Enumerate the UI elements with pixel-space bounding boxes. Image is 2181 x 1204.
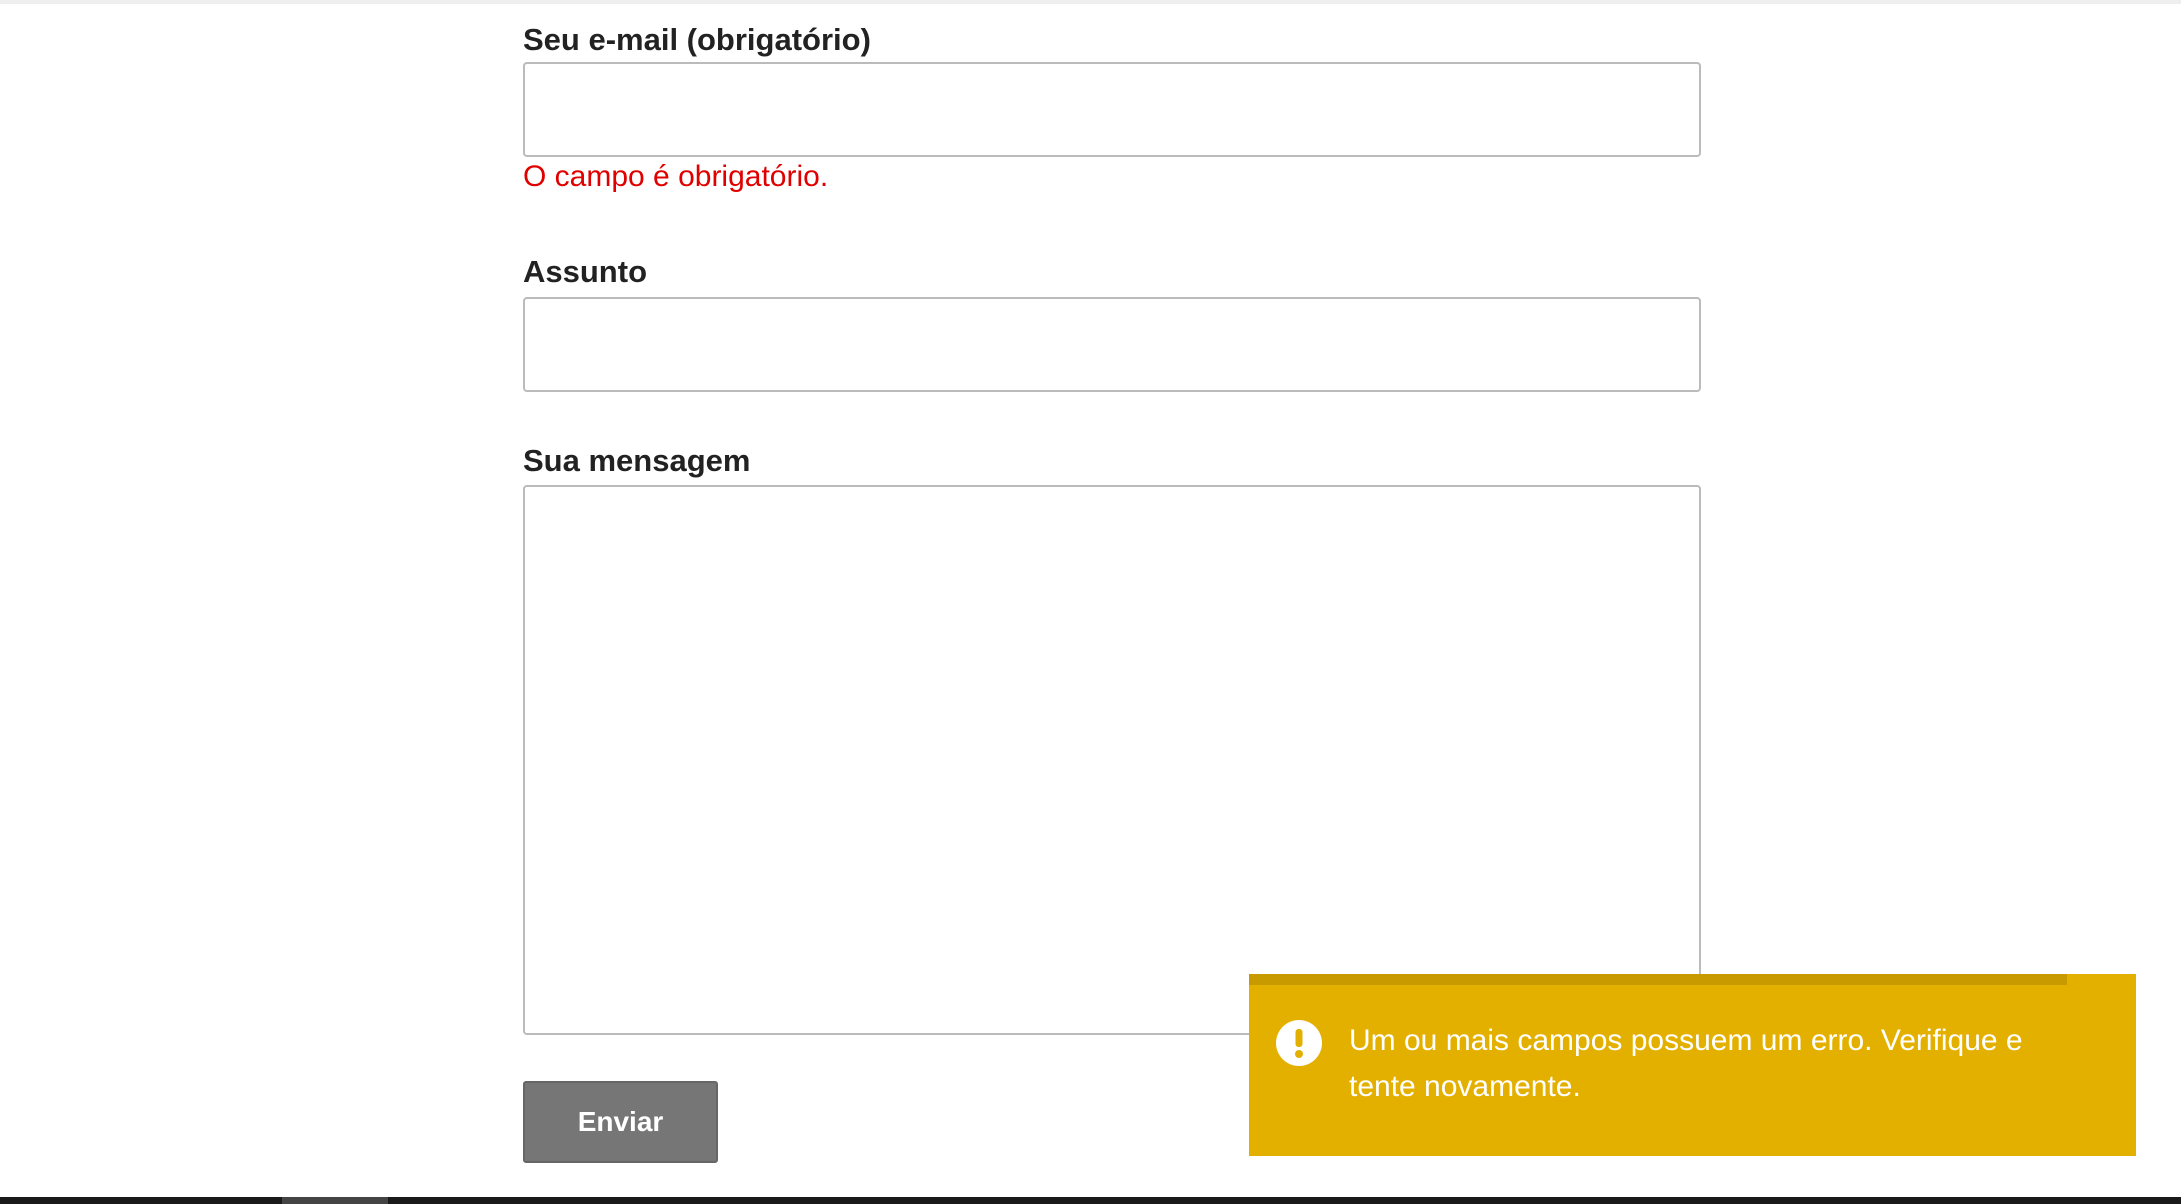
toast-progress-bar [1249, 974, 2067, 985]
toast-message: Um ou mais campos possuem um erro. Verif… [1349, 1024, 2023, 1103]
submit-button[interactable]: Enviar [523, 1081, 718, 1163]
subject-field[interactable] [523, 297, 1701, 392]
top-divider [0, 0, 2181, 4]
message-label: Sua mensagem [523, 443, 751, 478]
validation-error-toast: Um ou mais campos possuem um erro. Verif… [1249, 974, 2136, 1156]
exclamation-circle-icon [1276, 1020, 1322, 1066]
email-error-message: O campo é obrigatório. [523, 160, 829, 193]
email-field[interactable] [523, 62, 1701, 157]
bottom-bar [0, 1197, 2181, 1204]
bottom-bar-segment [282, 1197, 388, 1204]
subject-label: Assunto [523, 254, 647, 289]
message-textarea[interactable] [523, 485, 1701, 1035]
contact-form-page: Seu e-mail (obrigatório) O campo é obrig… [0, 0, 2181, 1204]
submit-button-label: Enviar [577, 1106, 664, 1137]
email-label: Seu e-mail (obrigatório) [523, 22, 871, 57]
